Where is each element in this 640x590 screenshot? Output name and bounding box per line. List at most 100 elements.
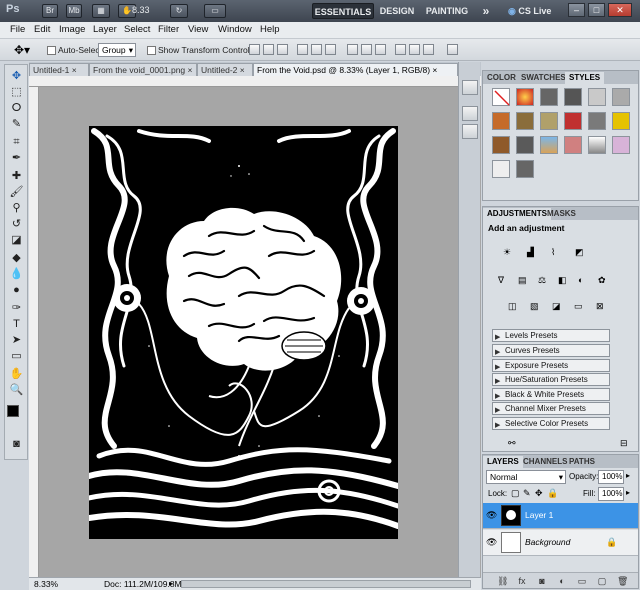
black-white-presets[interactable]: ▶ Black & White Presets [492,388,610,401]
blend-mode-dropdown[interactable]: Normal ▾ [486,470,566,484]
lock-all-icon[interactable]: 🔒 [547,488,558,499]
style-swatch[interactable] [516,160,534,178]
foreground-color-swatch[interactable] [7,405,19,417]
status-zoom[interactable]: 8.33% [34,579,58,589]
layer-row-layer-1[interactable]: 👁 Layer 1 [483,503,638,529]
distribute-bottom-icon[interactable] [375,44,386,55]
menu-layer[interactable]: Layer [93,24,117,35]
channel-mixer-icon[interactable]: ✿ [598,275,612,289]
menu-select[interactable]: Select [124,24,150,35]
tab-channels[interactable]: CHANNELS [519,456,571,468]
status-menu-arrow-icon[interactable]: ▸ [169,579,173,588]
move-tool-icon[interactable]: ✥ [9,69,24,83]
style-swatch[interactable] [564,136,582,154]
style-swatch[interactable] [492,160,510,178]
move-tool-preset-icon[interactable]: ✥▾ [14,43,30,57]
tab-styles[interactable]: STYLES [565,72,605,84]
minibridge-button[interactable]: Mb [66,4,82,18]
scroll-icon[interactable]: ⊟ [620,438,628,449]
align-vcenter-icon[interactable] [263,44,274,55]
crop-tool-icon[interactable]: ⌗ [9,135,24,149]
align-right-icon[interactable] [325,44,336,55]
lock-transparency-icon[interactable]: ▢ [511,488,520,499]
levels-icon[interactable]: ▟ [527,247,541,261]
menu-filter[interactable]: Filter [158,24,179,35]
style-swatch[interactable] [540,112,558,130]
layer-name[interactable]: Background [525,537,570,547]
tab-from-the-void-psd[interactable]: From the Void.psd @ 8.33% (Layer 1, RGB/… [253,63,458,76]
style-swatch[interactable] [492,136,510,154]
paint-bucket-tool-icon[interactable]: ◆ [9,251,24,265]
hand-tool-icon[interactable]: ✋ [9,367,24,381]
menu-window[interactable]: Window [218,24,252,35]
distribute-left-icon[interactable] [395,44,406,55]
distribute-vcenter-icon[interactable] [361,44,372,55]
distribute-right-icon[interactable] [423,44,434,55]
bridge-button[interactable]: Br [42,4,58,18]
style-none[interactable] [492,88,510,106]
curves-presets[interactable]: ▶ Curves Presets [492,344,610,357]
workspace-design[interactable]: DESIGN [378,3,416,19]
zoom-level[interactable]: 8.33 [132,5,150,15]
quick-mask-icon[interactable]: ◙ [9,437,24,451]
clip-to-layer-icon[interactable]: ⚯ [508,438,516,449]
brightness-contrast-icon[interactable]: ☀ [503,247,517,261]
style-swatch[interactable] [588,88,606,106]
exposure-icon[interactable]: ◩ [575,247,589,261]
auto-select-dropdown[interactable]: Group ▾ [98,43,136,57]
auto-select-checkbox[interactable] [47,46,56,55]
color-balance-icon[interactable]: ⚖ [538,275,552,289]
brush-panel-icon[interactable] [462,124,478,139]
curves-icon[interactable]: ⌇ [551,247,565,261]
extras-button[interactable]: ▦ [92,4,110,18]
photo-filter-icon[interactable]: ◐ [578,275,592,289]
brush-tool-icon[interactable]: 🖌 [9,185,24,199]
close-icon[interactable]: × [240,65,245,75]
black-white-icon[interactable]: ◧ [558,275,572,289]
layer-name[interactable]: Layer 1 [525,510,553,520]
menu-file[interactable]: File [10,24,25,35]
document-canvas[interactable] [89,126,398,539]
hue-saturation-presets[interactable]: ▶ Hue/Saturation Presets [492,373,610,386]
channel-mixer-presets[interactable]: ▶ Channel Mixer Presets [492,402,610,415]
distribute-top-icon[interactable] [347,44,358,55]
align-hcenter-icon[interactable] [311,44,322,55]
chevron-right-icon[interactable]: ▸ [626,471,630,480]
tab-from-the-void-png[interactable]: From the void_0001.png × [89,63,197,76]
type-tool-icon[interactable]: T [9,317,24,331]
adjustment-layer-icon[interactable]: ◐ [557,576,567,586]
layer-style-icon[interactable]: fx [517,576,527,586]
align-left-icon[interactable] [297,44,308,55]
tab-color[interactable]: COLOR [483,72,520,84]
menu-image[interactable]: Image [59,24,85,35]
exposure-presets[interactable]: ▶ Exposure Presets [492,359,610,372]
hue-saturation-icon[interactable]: ▤ [518,275,532,289]
lock-position-icon[interactable]: ✥ [535,488,543,499]
delete-layer-icon[interactable]: 🗑 [617,576,628,586]
style-swatch[interactable] [492,112,510,130]
tab-untitled-2[interactable]: Untitled-2 × [197,63,253,76]
workspace-painting[interactable]: PAINTING [424,3,470,19]
close-icon[interactable]: × [188,65,193,75]
invert-icon[interactable]: ◫ [508,301,522,315]
close-button[interactable]: ✕ [608,3,632,17]
dodge-tool-icon[interactable]: ● [9,283,24,297]
history-panel-icon[interactable] [462,80,478,95]
clone-stamp-tool-icon[interactable]: ⚲ [9,201,24,215]
more-workspaces-button[interactable]: » [478,3,494,19]
eye-icon[interactable]: 👁 [486,510,497,521]
horizontal-scrollbar[interactable] [181,580,471,588]
opacity-input[interactable]: 100% [598,470,624,484]
style-swatch[interactable] [612,136,630,154]
tab-masks[interactable]: MASKS [543,208,580,220]
eyedropper-tool-icon[interactable]: ✒ [9,151,24,165]
tab-adjustments[interactable]: ADJUSTMENTS [483,208,552,220]
style-swatch[interactable] [516,136,534,154]
path-select-tool-icon[interactable]: ➤ [9,333,24,347]
maximize-button[interactable]: □ [588,3,605,17]
selective-color-presets[interactable]: ▶ Selective Color Presets [492,417,610,430]
new-group-icon[interactable]: ▭ [577,576,587,586]
eraser-tool-icon[interactable]: ◪ [9,233,24,247]
auto-align-icon[interactable] [447,44,458,55]
tab-layers[interactable]: LAYERS [483,456,523,468]
